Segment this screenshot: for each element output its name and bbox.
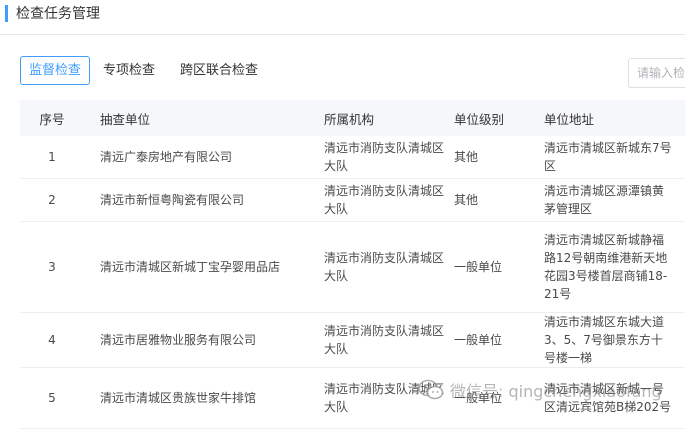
cell-unit: 清远市新恒粤陶瓷有限公司 [84, 178, 324, 222]
cell-unit: 清远市清城区贵族世家牛排馆 [84, 367, 324, 429]
page-header: 检查任务管理 [0, 0, 685, 35]
column-header-address: 单位地址 [544, 100, 685, 136]
cell-address: 清远市清城区源潭镇黄茅管理区 [544, 178, 685, 222]
table-row[interactable]: 3 清远市清城区新城丁宝孕婴用品店 清远市消防支队清城区大队 一般单位 清远市清… [20, 221, 685, 313]
cell-unit: 清远市居雅物业服务有限公司 [84, 312, 324, 368]
cell-org: 清远市消防支队清城区大队 [324, 221, 454, 313]
column-header-no: 序号 [20, 100, 84, 136]
table-header-row: 序号 抽查单位 所属机构 单位级别 单位地址 [20, 100, 685, 136]
table-row[interactable]: 2 清远市新恒粤陶瓷有限公司 清远市消防支队清城区大队 其他 清远市清城区源潭镇… [20, 178, 685, 222]
cell-address: 清远市清城区新城静福路12号朝南维港新天地花园3号楼首层商铺18-21号 [544, 221, 685, 313]
cell-address: 清远市清城区东城大道3、5、7号御景东方十号楼一梯 [544, 312, 685, 368]
cell-no: 4 [20, 312, 84, 368]
cell-org: 清远市消防支队清城区大队 [324, 178, 454, 222]
column-header-unit: 抽查单位 [84, 100, 324, 136]
cell-level: 其他 [454, 136, 544, 179]
tab-special-check[interactable]: 专项检查 [103, 56, 155, 85]
cell-level: 一般单位 [454, 221, 544, 313]
cell-org: 清远市消防支队清城区大队 [324, 312, 454, 368]
title-accent-bar [5, 5, 8, 22]
cell-unit: 清远广泰房地产有限公司 [84, 136, 324, 179]
column-header-org: 所属机构 [324, 100, 454, 136]
cell-level: 一般单位 [454, 312, 544, 368]
cell-no: 1 [20, 136, 84, 179]
column-header-level: 单位级别 [454, 100, 544, 136]
tab-supervision-check[interactable]: 监督检查 [20, 56, 91, 85]
cell-no: 2 [20, 178, 84, 222]
table-row[interactable]: 1 清远广泰房地产有限公司 清远市消防支队清城区大队 其他 清远市清城区新城东7… [20, 136, 685, 179]
cell-no: 3 [20, 221, 84, 313]
cell-unit: 清远市清城区新城丁宝孕婴用品店 [84, 221, 324, 313]
search-input[interactable]: 请输入检查 [628, 58, 685, 88]
wechat-icon [418, 379, 444, 401]
tab-cross-district-check[interactable]: 跨区联合检查 [180, 56, 258, 85]
cell-level: 其他 [454, 178, 544, 222]
wechat-watermark: 微信号: qingchengxiaofang [418, 376, 662, 404]
table-row[interactable]: 4 清远市居雅物业服务有限公司 清远市消防支队清城区大队 一般单位 清远市清城区… [20, 312, 685, 368]
cell-no: 5 [20, 367, 84, 429]
page-title: 检查任务管理 [16, 6, 100, 22]
cell-org: 清远市消防支队清城区大队 [324, 136, 454, 179]
watermark-text: 微信号: qingchengxiaofang [450, 382, 662, 401]
cell-address: 清远市清城区新城东7号区 [544, 136, 685, 179]
